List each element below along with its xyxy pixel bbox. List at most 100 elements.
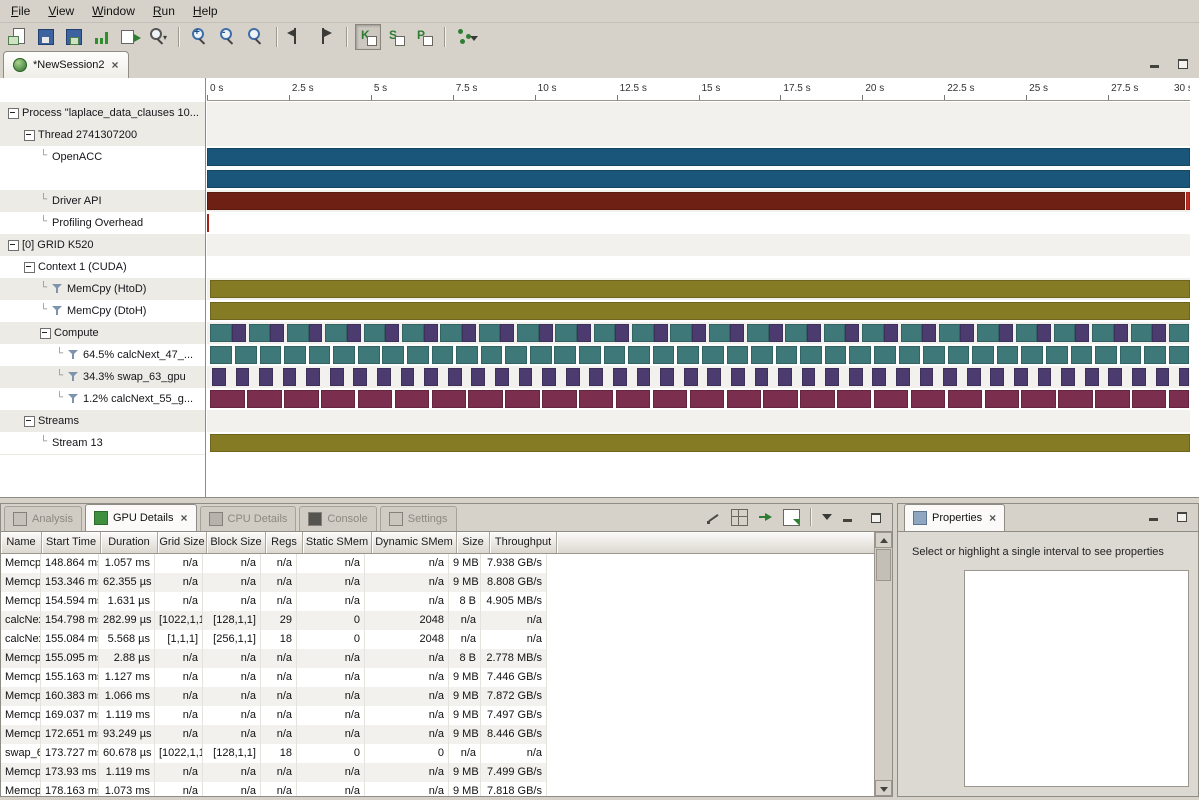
tree-row[interactable]: Process "laplace_data_clauses 10... bbox=[0, 102, 205, 125]
timeline-interval[interactable] bbox=[432, 346, 454, 364]
timeline-interval[interactable] bbox=[800, 346, 822, 364]
tree-row[interactable]: └Driver API bbox=[0, 190, 205, 213]
timeline-interval[interactable] bbox=[977, 324, 999, 342]
timeline-lane[interactable] bbox=[207, 366, 1190, 388]
timeline-interval[interactable] bbox=[751, 346, 773, 364]
timeline-lane[interactable] bbox=[207, 344, 1190, 366]
scroll-down-icon[interactable] bbox=[875, 780, 892, 796]
timeline-interval[interactable] bbox=[684, 368, 698, 386]
timeline-interval[interactable] bbox=[402, 324, 424, 342]
timeline-interval[interactable] bbox=[260, 346, 282, 364]
timeline-interval[interactable] bbox=[287, 324, 309, 342]
timeline-interval[interactable] bbox=[210, 346, 232, 364]
minimize-icon[interactable] bbox=[840, 511, 856, 525]
timeline-interval[interactable] bbox=[849, 346, 871, 364]
tree-row[interactable]: Thread 2741307200 bbox=[0, 124, 205, 147]
scroll-up-icon[interactable] bbox=[875, 532, 892, 548]
timeline-interval[interactable] bbox=[321, 390, 355, 408]
timeline-interval[interactable] bbox=[670, 324, 692, 342]
timeline-interval[interactable] bbox=[207, 148, 1190, 166]
timeline-interval[interactable] bbox=[874, 346, 896, 364]
timeline-interval[interactable] bbox=[236, 368, 250, 386]
timeline-interval[interactable] bbox=[210, 280, 1190, 298]
tree-row[interactable]: └MemCpy (HtoD) bbox=[0, 278, 205, 301]
column-header-duration[interactable]: Duration bbox=[101, 532, 158, 553]
timeline-interval[interactable] bbox=[922, 324, 936, 342]
view-menu-icon[interactable] bbox=[822, 514, 832, 520]
tab-settings[interactable]: Settings bbox=[380, 506, 457, 531]
timeline-interval[interactable] bbox=[1179, 368, 1189, 386]
timeline-interval[interactable] bbox=[862, 324, 884, 342]
menu-view[interactable]: View bbox=[39, 1, 83, 21]
timeline-interval[interactable] bbox=[377, 368, 391, 386]
menu-run[interactable]: Run bbox=[144, 1, 184, 21]
timeline-interval[interactable] bbox=[825, 368, 839, 386]
column-header-static-smem[interactable]: Static SMem bbox=[303, 532, 372, 553]
timeline-interval[interactable] bbox=[407, 346, 429, 364]
close-tab-icon[interactable]: × bbox=[181, 513, 188, 523]
timeline-interval[interactable] bbox=[542, 390, 576, 408]
timeline-interval[interactable] bbox=[1021, 346, 1043, 364]
timeline-lane[interactable] bbox=[207, 300, 1190, 322]
timeline-interval[interactable] bbox=[468, 390, 502, 408]
timeline-interval[interactable] bbox=[653, 346, 675, 364]
timeline-lane[interactable] bbox=[207, 410, 1190, 432]
search-button[interactable]: ▾ bbox=[145, 24, 171, 50]
table-row[interactable]: Memcpy178.163 ms1.073 msn/an/an/an/an/a9… bbox=[1, 782, 547, 796]
tab-cpu-details[interactable]: CPU Details bbox=[200, 506, 297, 531]
maximize-icon[interactable] bbox=[1174, 510, 1190, 524]
timeline-interval[interactable] bbox=[872, 368, 886, 386]
timeline-interval[interactable] bbox=[896, 368, 910, 386]
menu-help[interactable]: Help bbox=[184, 1, 227, 21]
timeline-interval[interactable] bbox=[270, 324, 284, 342]
timeline-interval[interactable] bbox=[1092, 324, 1114, 342]
timeline-ruler[interactable]: 0 s2.5 s5 s7.5 s10 s12.5 s15 s17.5 s20 s… bbox=[207, 80, 1190, 101]
tree-row[interactable]: [0] GRID K520 bbox=[0, 234, 205, 257]
vertical-scrollbar[interactable] bbox=[874, 532, 892, 796]
profile-application-button[interactable] bbox=[89, 24, 115, 50]
column-header-dynamic-smem[interactable]: Dynamic SMem bbox=[372, 532, 457, 553]
timeline-interval[interactable] bbox=[1021, 390, 1055, 408]
next-marker-button[interactable] bbox=[313, 24, 339, 50]
timeline-interval[interactable] bbox=[448, 368, 462, 386]
timeline-interval[interactable] bbox=[1054, 324, 1076, 342]
minimize-icon[interactable] bbox=[1147, 57, 1163, 71]
timeline-lane[interactable] bbox=[207, 256, 1190, 278]
tree-row[interactable]: Streams bbox=[0, 410, 205, 433]
close-session-tab-icon[interactable]: × bbox=[112, 60, 119, 70]
timeline-interval[interactable] bbox=[800, 390, 834, 408]
collapse-toggle-icon[interactable] bbox=[8, 240, 19, 251]
timeline-interval[interactable] bbox=[364, 324, 386, 342]
timeline-interval[interactable] bbox=[401, 368, 415, 386]
timeline-interval[interactable] bbox=[884, 324, 898, 342]
timeline-interval[interactable] bbox=[604, 346, 626, 364]
column-header-regs[interactable]: Regs bbox=[266, 532, 303, 553]
timeline-interval[interactable] bbox=[1061, 368, 1075, 386]
timeline-interval[interactable] bbox=[306, 368, 320, 386]
timeline-interval[interactable] bbox=[495, 368, 509, 386]
tree-row[interactable]: └Profiling Overhead bbox=[0, 212, 205, 235]
save-session-button[interactable] bbox=[61, 24, 87, 50]
kernel-filter-button[interactable]: K bbox=[355, 24, 381, 50]
timeline-interval[interactable] bbox=[778, 368, 792, 386]
table-row[interactable]: calcNext154.798 ms282.99 µs[1022,1,1][12… bbox=[1, 611, 547, 630]
timeline-interval[interactable] bbox=[999, 324, 1013, 342]
process-filter-button[interactable]: P bbox=[411, 24, 437, 50]
timeline-interval[interactable] bbox=[1071, 346, 1093, 364]
collapse-toggle-icon[interactable] bbox=[24, 262, 35, 273]
timeline-interval[interactable] bbox=[911, 390, 945, 408]
timeline-interval[interactable] bbox=[997, 346, 1019, 364]
timeline-interval[interactable] bbox=[616, 390, 650, 408]
timeline-interval[interactable] bbox=[990, 368, 1004, 386]
timeline-lane[interactable] bbox=[207, 388, 1190, 410]
zoom-out-button[interactable]: - bbox=[215, 24, 241, 50]
tab-console[interactable]: Console bbox=[299, 506, 376, 531]
timeline-interval[interactable] bbox=[1046, 346, 1068, 364]
timeline-lane[interactable] bbox=[207, 212, 1190, 234]
timeline-interval[interactable] bbox=[358, 346, 380, 364]
timeline-lane[interactable] bbox=[207, 322, 1190, 344]
timeline-interval[interactable] bbox=[845, 324, 859, 342]
timeline-interval[interactable] bbox=[358, 390, 392, 408]
timeline-interval[interactable] bbox=[690, 390, 724, 408]
timeline-interval[interactable] bbox=[837, 390, 871, 408]
